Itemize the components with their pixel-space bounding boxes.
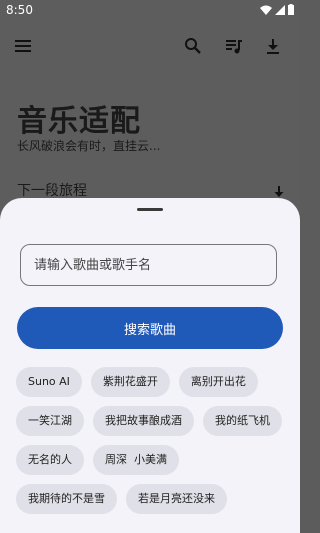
chip-suggestion[interactable]: 我期待的不是雪	[16, 484, 117, 514]
chip-suggestion[interactable]: Suno AI	[16, 367, 82, 397]
chip-suggestion[interactable]: 无名的人	[16, 445, 84, 475]
chip-suggestion[interactable]: 紫荆花盛开	[90, 367, 170, 397]
arrow-down-icon[interactable]	[272, 185, 286, 199]
search-input[interactable]	[20, 244, 277, 286]
menu-icon[interactable]	[13, 36, 33, 56]
playlist-icon[interactable]	[224, 36, 244, 56]
battery-icon	[288, 4, 294, 15]
chip-suggestion[interactable]: 若是月亮还没来	[126, 484, 227, 514]
status-bar: 8:50	[0, 0, 300, 22]
toolbar	[0, 30, 300, 62]
search-icon[interactable]	[183, 36, 203, 56]
wifi-icon	[260, 5, 272, 15]
chip-suggestion[interactable]: 我把故事酿成酒	[93, 406, 194, 436]
signal-icon	[275, 4, 285, 15]
drag-handle[interactable]	[137, 208, 163, 211]
chip-suggestion[interactable]: 离别开出花	[178, 367, 258, 397]
section-title: 下一段旅程	[17, 183, 87, 199]
suggestion-chips: Suno AI 紫荆花盛开 离别开出花 一笑江湖 我把故事酿成酒 我的纸飞机 无…	[16, 367, 284, 514]
status-icons	[260, 4, 294, 15]
chip-suggestion[interactable]: 我的纸飞机	[203, 406, 282, 436]
search-songs-button[interactable]: 搜索歌曲	[17, 307, 283, 349]
page-subtitle: 长风破浪会有时，直挂云...	[17, 139, 161, 153]
bottom-sheet: 搜索歌曲 Suno AI 紫荆花盛开 离别开出花 一笑江湖 我把故事酿成酒 我的…	[0, 198, 300, 533]
chip-suggestion[interactable]: 一笑江湖	[16, 406, 84, 436]
status-time: 8:50	[6, 3, 33, 17]
chip-suggestion[interactable]: 周深 小美满	[93, 445, 179, 475]
download-icon[interactable]	[263, 36, 283, 56]
page-title: 音乐适配	[17, 104, 141, 139]
